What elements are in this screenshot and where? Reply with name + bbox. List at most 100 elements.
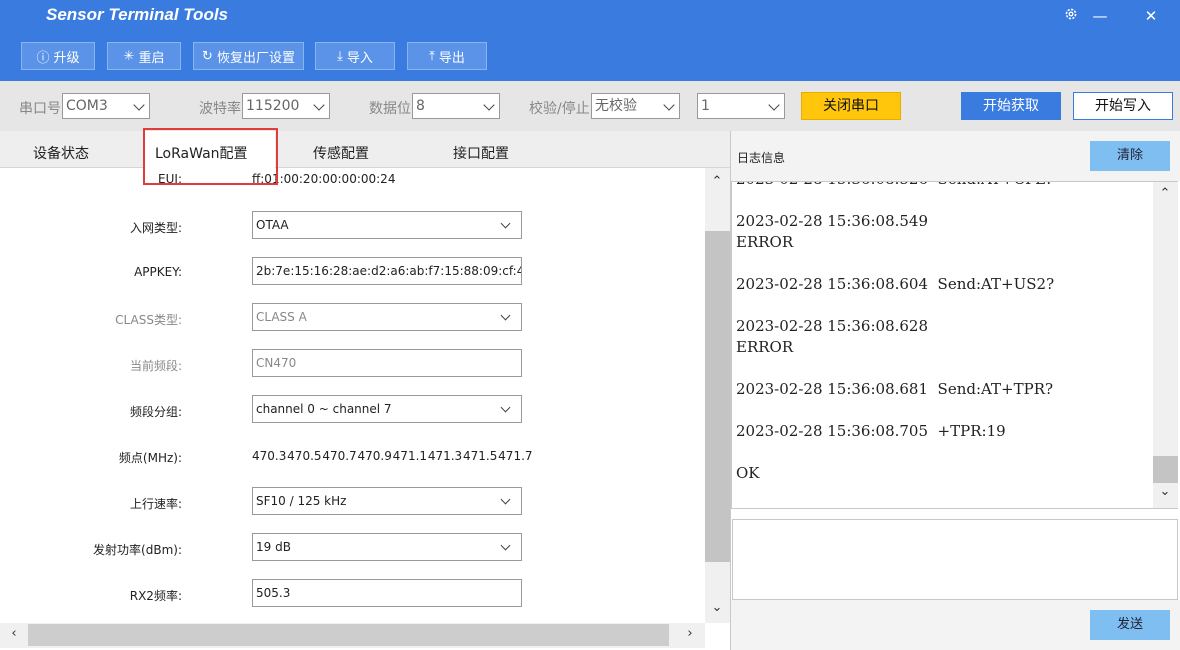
app-title: Sensor Terminal Tools	[46, 5, 229, 24]
appkey-label: APPKEY:	[134, 265, 182, 279]
band-group-select[interactable]: channel 0 ~ channel 7	[252, 395, 522, 423]
appkey-row: APPKEY: 2b:7e:15:16:28:ae:d2:a6:ab:f7:15…	[0, 257, 705, 289]
data-bits-select[interactable]: 8	[412, 93, 500, 119]
tab-device-status[interactable]: 设备状态	[33, 143, 89, 163]
frequencies-row: 频点(MHz): 470.3 470.5 470.7 470.9 471.1 4…	[0, 441, 705, 473]
tx-power-label: 发射功率(dBm):	[93, 543, 182, 557]
chevron-down-icon	[500, 494, 511, 505]
frequencies-label: 频点(MHz):	[118, 451, 182, 465]
join-type-row: 入网类型: OTAA	[0, 211, 705, 243]
chevron-down-icon	[768, 99, 780, 111]
baud-select[interactable]: 115200	[242, 93, 330, 119]
baud-value: 115200	[246, 98, 300, 114]
log-vertical-scrollbar[interactable]: ⌃ ⌄	[1153, 182, 1178, 508]
parity-value: 无校验	[595, 98, 637, 114]
port-label: 串口号	[19, 101, 61, 117]
appkey-input[interactable]: 2b:7e:15:16:28:ae:d2:a6:ab:f7:15:88:09:c…	[252, 257, 522, 285]
rx2-freq-label: RX2频率:	[129, 589, 182, 603]
chevron-left-icon[interactable]: ‹	[4, 626, 24, 641]
current-band-field: CN470	[252, 349, 522, 377]
rx2-freq-row: RX2频率: 505.3	[0, 579, 705, 611]
chevron-down-icon	[500, 540, 511, 551]
form-vertical-scrollbar[interactable]: ⌃ ⌄	[705, 168, 730, 623]
tab-lorawan-config[interactable]: LoRaWan配置	[155, 143, 248, 163]
tx-power-select[interactable]: 19 dB	[252, 533, 522, 561]
band-group-value: channel 0 ~ channel 7	[256, 402, 392, 416]
factory-reset-label: 恢复出厂设置	[216, 50, 295, 66]
chevron-down-icon[interactable]: ⌄	[1155, 484, 1175, 499]
join-type-select[interactable]: OTAA	[252, 211, 522, 239]
band-group-row: 频段分组: channel 0 ~ channel 7	[0, 395, 705, 427]
title-bar: Sensor Terminal Tools — ✕	[0, 0, 1180, 33]
send-input[interactable]	[732, 519, 1178, 600]
factory-reset-button[interactable]: ↻ 恢复出厂设置	[193, 42, 304, 70]
form-horizontal-scrollbar[interactable]: ‹ ›	[0, 623, 705, 648]
minimize-button[interactable]: —	[1088, 5, 1112, 27]
gear-icon[interactable]	[1059, 5, 1083, 27]
chevron-right-icon[interactable]: ›	[680, 626, 700, 641]
download-icon: ⤓	[337, 48, 343, 64]
frequencies-value: 470.3 470.5 470.7 470.9 471.1 471.3 471.…	[252, 449, 533, 463]
close-port-button[interactable]: 关闭串口	[801, 92, 901, 120]
tab-interface-config[interactable]: 接口配置	[453, 143, 509, 163]
log-output[interactable]: 2023-02-28 15:36:08.526 Send:AT+CPL? 202…	[731, 181, 1178, 509]
chevron-down-icon	[500, 402, 511, 413]
chevron-down-icon	[133, 99, 145, 111]
export-button[interactable]: ⤒ 导出	[407, 42, 487, 70]
data-bits-value: 8	[416, 98, 425, 114]
chevron-down-icon	[483, 99, 495, 111]
join-type-label: 入网类型:	[129, 221, 182, 235]
upgrade-button[interactable]: ⓘ 升级	[21, 42, 95, 70]
scrollbar-thumb[interactable]	[705, 231, 730, 562]
start-write-button[interactable]: 开始写入	[1073, 92, 1173, 120]
join-type-value: OTAA	[256, 218, 289, 232]
refresh-icon: ↻	[202, 48, 213, 64]
parity-label: 校验/停止	[529, 101, 590, 117]
current-band-label: 当前频段:	[129, 359, 182, 373]
import-button[interactable]: ⤓ 导入	[315, 42, 395, 70]
baud-label: 波特率	[199, 101, 241, 117]
lorawan-form: EUI: ff:01:00:20:00:00:00:24 入网类型: OTAA …	[0, 168, 705, 623]
log-title: 日志信息	[737, 151, 786, 165]
chevron-down-icon	[313, 99, 325, 111]
toolbar: ⓘ 升级 ✳ 重启 ↻ 恢复出厂设置 ⤓ 导入 ⤒ 导出	[0, 33, 1180, 81]
port-value: COM3	[66, 98, 108, 114]
port-select[interactable]: COM3	[62, 93, 150, 119]
rx2-freq-input[interactable]: 505.3	[252, 579, 522, 607]
chevron-down-icon	[500, 310, 511, 321]
eui-label: EUI:	[158, 172, 182, 186]
log-header: 日志信息 清除	[731, 131, 1180, 181]
upgrade-label: 升级	[53, 50, 80, 66]
current-band-row: 当前频段: CN470	[0, 349, 705, 381]
parity-select[interactable]: 无校验	[591, 93, 680, 119]
tx-power-value: 19 dB	[256, 540, 291, 554]
upload-circle-icon: ⓘ	[36, 50, 50, 66]
chevron-up-icon[interactable]: ⌃	[1155, 186, 1175, 201]
log-content: 2023-02-28 15:36:08.526 Send:AT+CPL? 202…	[736, 182, 1055, 482]
import-label: 导入	[346, 50, 373, 66]
chevron-down-icon	[500, 218, 511, 229]
chevron-down-icon[interactable]: ⌄	[707, 600, 727, 615]
stop-bits-select[interactable]: 1	[697, 93, 785, 119]
start-read-button[interactable]: 开始获取	[961, 92, 1061, 120]
restart-button[interactable]: ✳ 重启	[107, 42, 181, 70]
spinner-icon: ✳	[123, 48, 135, 64]
band-group-label: 频段分组:	[129, 405, 182, 419]
send-button[interactable]: 发送	[1090, 610, 1170, 640]
eui-value: ff:01:00:20:00:00:00:24	[252, 172, 396, 186]
uplink-rate-label: 上行速率:	[129, 497, 182, 511]
eui-row: EUI: ff:01:00:20:00:00:00:24	[0, 168, 705, 200]
class-type-select[interactable]: CLASS A	[252, 303, 522, 331]
uplink-rate-select[interactable]: SF10 / 125 kHz	[252, 487, 522, 515]
tab-sensor-config[interactable]: 传感配置	[313, 143, 369, 163]
close-button[interactable]: ✕	[1139, 5, 1163, 27]
chevron-up-icon[interactable]: ⌃	[707, 174, 727, 189]
clear-log-button[interactable]: 清除	[1090, 141, 1170, 171]
class-type-label: CLASS类型:	[115, 313, 182, 327]
class-type-value: CLASS A	[256, 310, 307, 324]
data-bits-label: 数据位	[369, 101, 411, 117]
scrollbar-thumb[interactable]	[28, 624, 669, 646]
chevron-down-icon	[663, 99, 675, 111]
scrollbar-thumb[interactable]	[1153, 456, 1178, 483]
upload-icon: ⤒	[429, 48, 435, 64]
